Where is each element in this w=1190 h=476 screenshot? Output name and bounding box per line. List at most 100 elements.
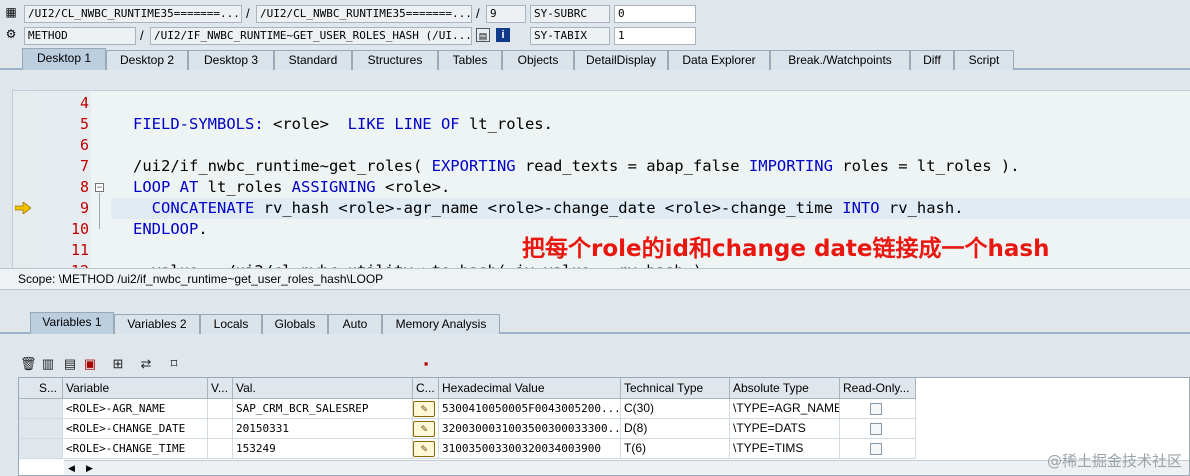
column-header[interactable]: Absolute Type	[730, 378, 840, 399]
event-separator: /	[140, 28, 144, 43]
column-header[interactable]: Technical Type	[621, 378, 730, 399]
edit-pencil-icon[interactable]: ✎	[413, 401, 435, 417]
sysvar-value-field[interactable]: 0	[614, 5, 696, 23]
line-number-field[interactable]: 9	[486, 5, 526, 23]
tab-diff[interactable]: Diff	[910, 50, 954, 70]
fold-guide	[99, 193, 100, 229]
path-separator: /	[246, 6, 250, 21]
v-cell	[208, 399, 233, 419]
column-header[interactable]: Hexadecimal Value	[439, 378, 621, 399]
load-variants-icon[interactable]: ▣	[82, 356, 98, 372]
tab-tables[interactable]: Tables	[438, 50, 502, 70]
hex-cell[interactable]: 3200300031003500300033300...	[439, 419, 621, 439]
v-cell	[208, 419, 233, 439]
value-cell[interactable]: 20150331	[233, 419, 413, 439]
code-line-9: CONCATENATE rv_hash <role>-agr_name <rol…	[151, 199, 964, 217]
delete-icon[interactable]: 🗑	[20, 356, 37, 372]
readonly-checkbox[interactable]	[870, 443, 882, 455]
change-cell: ✎	[413, 439, 439, 459]
edit-pencil-icon[interactable]: ✎	[413, 421, 435, 437]
scroll-left-icon[interactable]: ◀	[68, 461, 75, 475]
breakpoint-gutter[interactable]	[13, 91, 35, 268]
tab-structures[interactable]: Structures	[352, 50, 438, 70]
code-line-5: FIELD-SYMBOLS: <role> LIKE LINE OF lt_ro…	[133, 115, 553, 133]
sysvar-name-field[interactable]: SY-SUBRC	[530, 5, 610, 23]
tab-objects[interactable]: Objects	[502, 50, 574, 70]
tab-desktop-3[interactable]: Desktop 3	[188, 50, 274, 70]
line-number: 5	[79, 115, 89, 133]
event-type-field[interactable]: METHOD	[24, 27, 136, 45]
code-line-10: ENDLOOP.	[133, 220, 208, 238]
column-header[interactable]: Val.	[233, 378, 413, 399]
change-cell: ✎	[413, 419, 439, 439]
row-selector[interactable]	[19, 439, 63, 459]
tab-variables-2[interactable]: Variables 2	[114, 314, 200, 334]
technical-type-cell: T(6)	[621, 439, 730, 459]
column-header[interactable]: C...	[413, 378, 439, 399]
readonly-checkbox[interactable]	[870, 403, 882, 415]
readonly-cell	[840, 439, 916, 459]
line-number: 9	[79, 199, 89, 217]
variables-tabbar: Variables 1 Variables 2 Locals Globals A…	[0, 312, 1190, 334]
new-tool-icon[interactable]: ⌑	[166, 356, 182, 372]
fold-toggle-icon[interactable]: −	[95, 183, 104, 192]
code-line-7: /ui2/if_nwbc_runtime~get_roles( EXPORTIN…	[133, 157, 1020, 175]
tab-script[interactable]: Script	[954, 50, 1014, 70]
tab-detaildisplay[interactable]: DetailDisplay	[574, 50, 668, 70]
readonly-checkbox[interactable]	[870, 423, 882, 435]
info-row-event: ⚙ METHOD / /UI2/IF_NWBC_RUNTIME~GET_USER…	[0, 25, 1190, 47]
tab-desktop-2[interactable]: Desktop 2	[106, 50, 188, 70]
save-variants-icon[interactable]: ▤	[62, 356, 78, 372]
hex-cell[interactable]: 310035003300320034003900	[439, 439, 621, 459]
save-icon[interactable]: ▪	[418, 356, 434, 372]
include-field[interactable]: /UI2/CL_NWBC_RUNTIME35=======...	[256, 5, 472, 23]
line-separator: /	[476, 6, 480, 21]
scroll-right-icon[interactable]: ▶	[86, 461, 93, 475]
value-cell[interactable]: SAP_CRM_BCR_SALESREP	[233, 399, 413, 419]
row-selector[interactable]	[19, 419, 63, 439]
line-number: 7	[79, 157, 89, 175]
tab-globals[interactable]: Globals	[262, 314, 328, 334]
tab-desktop-1[interactable]: Desktop 1	[22, 48, 106, 70]
scope-bar: Scope: \METHOD /ui2/if_nwbc_runtime~get_…	[0, 268, 1190, 290]
variable-cell[interactable]: <ROLE>-AGR_NAME	[63, 399, 208, 419]
hex-cell[interactable]: 5300410050005F0043005200...	[439, 399, 621, 419]
source-editor[interactable]: 4 5 6 7 8 9 10 11 12 − FIELD-SYMBOLS: <r…	[12, 90, 1190, 268]
tab-memory-analysis[interactable]: Memory Analysis	[382, 314, 500, 334]
column-header[interactable]: S...	[19, 378, 63, 399]
readonly-cell	[840, 399, 916, 419]
watermark: @稀土掘金技术社区	[1046, 452, 1182, 470]
line-number: 8	[79, 178, 89, 196]
variable-cell[interactable]: <ROLE>-CHANGE_TIME	[63, 439, 208, 459]
line-number: 11	[70, 241, 89, 259]
tab-data-explorer[interactable]: Data Explorer	[668, 50, 770, 70]
tab-standard[interactable]: Standard	[274, 50, 352, 70]
delete-all-icon[interactable]: ▥	[40, 356, 56, 372]
tab-auto[interactable]: Auto	[328, 314, 382, 334]
value-cell[interactable]: 153249	[233, 439, 413, 459]
info-icon[interactable]: i	[496, 28, 510, 42]
sysvar2-value-field[interactable]: 1	[614, 27, 696, 45]
sysvar2-name-field[interactable]: SY-TABIX	[530, 27, 610, 45]
variables-grid: S... Variable V... Val. C... Hexadecimal…	[18, 377, 1190, 476]
tab-variables-1[interactable]: Variables 1	[30, 312, 114, 334]
desktop-tabbar: Desktop 1 Desktop 2 Desktop 3 Standard S…	[0, 48, 1190, 70]
line-number: 10	[70, 220, 89, 238]
current-statement-arrow-icon	[15, 202, 31, 214]
variable-cell[interactable]: <ROLE>-CHANGE_DATE	[63, 419, 208, 439]
row-selector[interactable]	[19, 399, 63, 419]
column-header[interactable]: V...	[208, 378, 233, 399]
event-name-field[interactable]: /UI2/IF_NWBC_RUNTIME~GET_USER_ROLES_HASH…	[150, 27, 472, 45]
navigate-icon[interactable]: ▤	[476, 28, 490, 42]
edit-pencil-icon[interactable]: ✎	[413, 441, 435, 457]
column-header[interactable]: Read-Only...	[840, 378, 916, 399]
technical-type-cell: C(30)	[621, 399, 730, 419]
transfer-icon[interactable]: ⇄	[138, 356, 154, 372]
horizontal-scrollbar[interactable]: ◀ ▶	[64, 460, 1189, 475]
columns-icon[interactable]: ⊞	[110, 356, 126, 372]
column-header[interactable]: Variable	[63, 378, 208, 399]
change-cell: ✎	[413, 399, 439, 419]
program-field[interactable]: /UI2/CL_NWBC_RUNTIME35=======...	[24, 5, 242, 23]
tab-breakpoints[interactable]: Break./Watchpoints	[770, 50, 910, 70]
tab-locals[interactable]: Locals	[200, 314, 262, 334]
